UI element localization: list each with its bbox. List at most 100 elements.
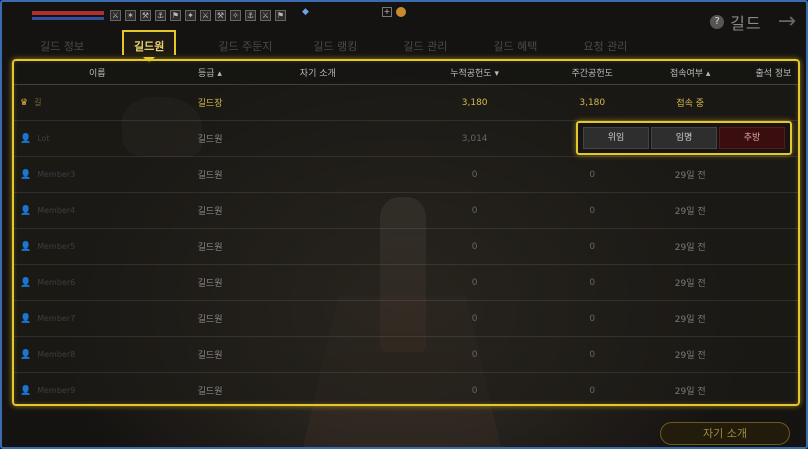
member-connection: 29일 전 [674, 387, 706, 397]
member-icon: 👤 [20, 313, 32, 324]
member-total-contribution: 3,014 [461, 133, 488, 144]
tab-territory[interactable]: 길드 주둔지 [200, 32, 290, 57]
header-connection[interactable]: 접속여부 ▴ [631, 66, 749, 79]
member-total-contribution: 3,180 [461, 97, 488, 108]
member-list-panel: 이름 등급 ▴ 자기 소개 누적공헌도 ▾ 주간공헌도 접속여부 ▴ 출석 정보… [12, 59, 800, 406]
skill-slot-icon[interactable]: ✧ [230, 9, 241, 21]
table-row[interactable]: 👤 Member3 길드원 0 0 29일 전 [14, 157, 798, 193]
member-rank: 길드원 [197, 171, 223, 181]
member-total-contribution: 0 [471, 349, 478, 360]
member-action-popup: 위임 임명 추방 [576, 121, 792, 155]
table-row[interactable]: 👤 Member4 길드원 0 0 29일 전 [14, 193, 798, 229]
member-weekly-contribution: 0 [589, 241, 596, 252]
skill-slot-icon[interactable]: ⚒ [215, 9, 226, 21]
member-name-cell: 👤 Member7 [14, 314, 181, 324]
hud-bar: ⚔ ✶ ⚒ ⚓ ⚑ ✦ ⚔ ⚒ ✧ ⚓ ⚔ ⚑ [32, 6, 286, 24]
member-connection: 29일 전 [674, 315, 706, 325]
kick-button[interactable]: 추방 [719, 127, 785, 149]
mp-bar [32, 16, 104, 20]
table-row[interactable]: ♛ 길 길드장 3,180 3,180 접속 중 [14, 85, 798, 121]
add-icon[interactable]: + [382, 7, 392, 17]
member-connection: 29일 전 [674, 279, 706, 289]
skill-slot-icon[interactable]: ⚑ [275, 9, 286, 21]
member-name-cell: 👤 Member5 [14, 242, 181, 252]
member-total-contribution: 0 [471, 313, 478, 324]
table-row[interactable]: 👤 Member8 길드원 0 0 29일 전 [14, 337, 798, 373]
table-row[interactable]: 👤 Member7 길드원 0 0 29일 전 [14, 301, 798, 337]
member-icon: 👤 [20, 277, 32, 288]
member-name: Lot [37, 134, 50, 143]
member-rank: 길드원 [197, 279, 223, 289]
skill-slot-icon[interactable]: ⚔ [260, 9, 271, 21]
skill-slot-icon[interactable]: ⚔ [110, 9, 121, 21]
member-name: Member3 [37, 170, 76, 179]
member-name: Member9 [37, 386, 76, 395]
header-intro: 자기 소개 [299, 69, 336, 79]
member-weekly-contribution: 0 [589, 385, 596, 396]
member-rank: 길드원 [197, 351, 223, 361]
member-connection: 29일 전 [674, 351, 706, 361]
skill-slot-icon[interactable]: ✦ [185, 9, 196, 21]
member-name-cell: 👤 Member6 [14, 278, 181, 288]
crown-icon: ♛ [20, 97, 29, 108]
member-icon: 👤 [20, 349, 32, 360]
member-name: Member5 [37, 242, 76, 251]
member-rank: 길드원 [197, 135, 223, 145]
delegate-button[interactable]: 위임 [583, 127, 649, 149]
member-name-cell: ♛ 길 [14, 97, 181, 108]
tab-ranking[interactable]: 길드 랭킹 [290, 32, 380, 57]
member-name: Member8 [37, 350, 76, 359]
tab-benefits[interactable]: 길드 혜택 [470, 32, 560, 57]
member-total-contribution: 0 [471, 169, 478, 180]
member-name-cell: 👤 Member3 [14, 170, 181, 180]
tab-management[interactable]: 길드 관리 [380, 32, 470, 57]
table-row[interactable]: 👤 Member5 길드원 0 0 29일 전 [14, 229, 798, 265]
hp-bar [32, 10, 104, 15]
header-name[interactable]: 이름 [14, 66, 181, 79]
member-name-cell: 👤 Member9 [14, 386, 181, 396]
member-weekly-contribution: 0 [589, 313, 596, 324]
tab-bar: 길드 정보 길드원 길드 주둔지 길드 랭킹 길드 관리 길드 혜택 요청 관리 [22, 30, 650, 63]
member-weekly-contribution: 0 [589, 205, 596, 216]
tab-members[interactable]: 길드원 [122, 30, 177, 63]
help-icon[interactable]: ? [710, 14, 725, 29]
back-arrow-icon[interactable]: → [778, 9, 796, 34]
member-total-contribution: 0 [471, 205, 478, 216]
member-connection: 29일 전 [674, 243, 706, 253]
member-total-contribution: 0 [471, 385, 478, 396]
skill-slot-icon[interactable]: ✶ [125, 9, 136, 21]
page-title: 길드 [730, 13, 762, 33]
header-attendance: 출석 정보 [755, 69, 792, 79]
member-icon: 👤 [20, 169, 32, 180]
table-row[interactable]: 👤 Member6 길드원 0 0 29일 전 [14, 265, 798, 301]
table-row[interactable]: 👤 Member9 길드원 0 0 29일 전 [14, 373, 798, 404]
member-rank: 길드원 [197, 207, 223, 217]
gem-icon: ◆ [302, 7, 309, 17]
self-intro-button[interactable]: 자기 소개 [660, 422, 790, 445]
tab-requests[interactable]: 요청 관리 [560, 32, 650, 57]
header-weekly-contribution: 주간공헌도 [571, 69, 613, 79]
header-rank[interactable]: 등급 ▴ [181, 66, 240, 79]
skill-slot-icon[interactable]: ⚑ [170, 9, 181, 21]
skill-slot-icon[interactable]: ⚓ [245, 9, 256, 21]
member-weekly-contribution: 0 [589, 349, 596, 360]
game-window: ⚔ ✶ ⚒ ⚓ ⚑ ✦ ⚔ ⚒ ✧ ⚓ ⚔ ⚑ ◆ + ? 길드 → 길드 정보 길드원 길드 주둔지… [0, 0, 808, 449]
member-icon: 👤 [20, 133, 32, 144]
skill-slot-icon[interactable]: ⚒ [140, 9, 151, 21]
skill-slot-icon[interactable]: ⚔ [200, 9, 211, 21]
member-name-cell: 👤 Lot [14, 134, 181, 144]
skill-slot-icon[interactable]: ⚓ [155, 9, 166, 21]
member-weekly-contribution: 0 [589, 169, 596, 180]
member-rank: 길드장 [197, 99, 223, 109]
title-area: ? 길드 → [710, 9, 796, 34]
member-icon: 👤 [20, 385, 32, 396]
member-total-contribution: 0 [471, 277, 478, 288]
member-icon: 👤 [20, 205, 32, 216]
member-rank: 길드원 [197, 315, 223, 325]
appoint-button[interactable]: 임명 [651, 127, 717, 149]
tab-guild-info[interactable]: 길드 정보 [22, 32, 102, 57]
header-total-contribution[interactable]: 누적공헌도 ▾ [396, 66, 553, 79]
member-name: 길 [34, 98, 42, 107]
tab-members-label: 길드원 [134, 40, 165, 53]
skill-icons: ⚔ ✶ ⚒ ⚓ ⚑ ✦ ⚔ ⚒ ✧ ⚓ ⚔ ⚑ [110, 9, 286, 21]
